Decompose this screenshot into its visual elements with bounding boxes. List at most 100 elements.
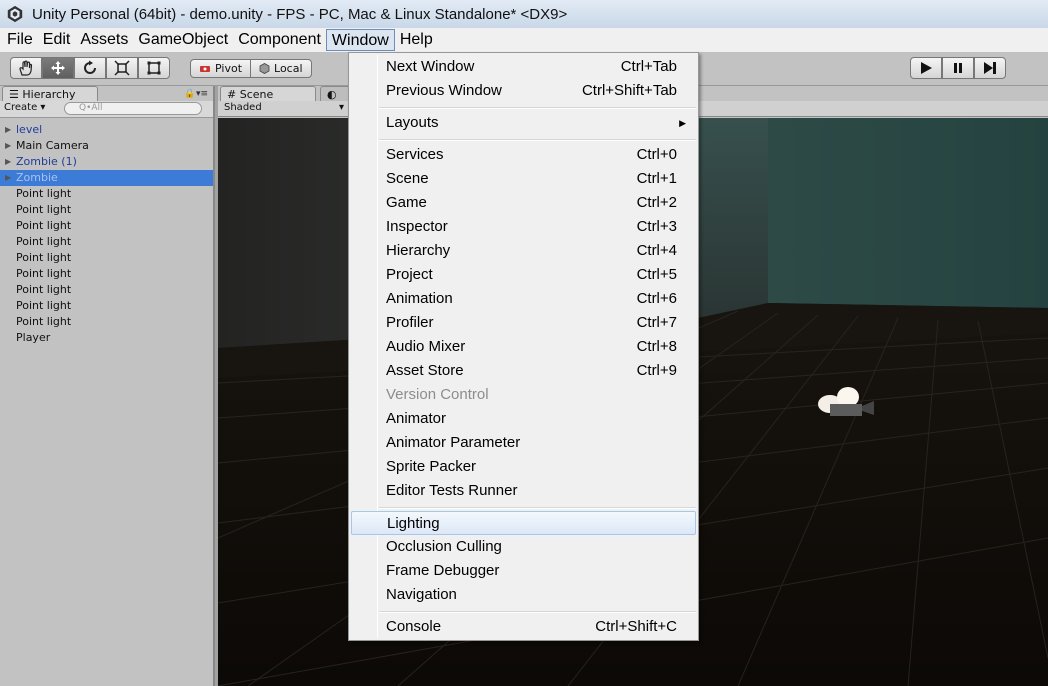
hierarchy-item-label: level <box>16 123 43 136</box>
hierarchy-item[interactable]: Point light <box>0 282 213 298</box>
menu-item-audio-mixer[interactable]: Audio Mixer Ctrl+8 <box>351 335 696 359</box>
menu-item-next-window[interactable]: Next Window Ctrl+Tab <box>351 55 696 79</box>
menu-separator <box>379 139 696 141</box>
local-toggle[interactable]: Local <box>251 59 312 78</box>
menu-item-label: Console <box>386 618 442 635</box>
menu-gameobject[interactable]: GameObject <box>133 29 233 51</box>
expand-arrow-icon[interactable]: ▶ <box>5 122 11 138</box>
menu-item-animation[interactable]: Animation Ctrl+6 <box>351 287 696 311</box>
menu-separator <box>379 107 696 109</box>
step-button[interactable] <box>974 57 1006 79</box>
menu-item-scene[interactable]: Scene Ctrl+1 <box>351 167 696 191</box>
menu-item-profiler[interactable]: Profiler Ctrl+7 <box>351 311 696 335</box>
menu-item-game[interactable]: Game Ctrl+2 <box>351 191 696 215</box>
local-label: Local <box>274 62 303 75</box>
hierarchy-item[interactable]: ▶ Main Camera <box>0 138 213 154</box>
menu-item-label: Project <box>386 266 433 283</box>
menu-item-navigation[interactable]: Navigation <box>351 583 696 607</box>
menu-item-project[interactable]: Project Ctrl+5 <box>351 263 696 287</box>
tab-hierarchy[interactable]: ☰ Hierarchy <box>2 86 98 102</box>
menu-item-animator[interactable]: Animator <box>351 407 696 431</box>
rect-tool-icon <box>147 61 161 75</box>
menu-edit[interactable]: Edit <box>38 29 76 51</box>
menu-item-shortcut: Ctrl+1 <box>636 170 677 187</box>
menu-item-label: Animator <box>386 410 447 427</box>
hierarchy-list-icon: ☰ <box>9 88 19 101</box>
tab-scene[interactable]: # Scene <box>220 86 316 102</box>
pivot-toggle[interactable]: Pivot <box>190 59 252 78</box>
scene-tab-label: Scene <box>239 88 274 101</box>
menu-item-shortcut: Ctrl+7 <box>636 314 677 331</box>
menu-assets[interactable]: Assets <box>75 29 133 51</box>
pause-button[interactable] <box>942 57 974 79</box>
pivot-label: Pivot <box>215 62 243 75</box>
create-label: Create <box>4 102 38 113</box>
menu-item-label: Inspector <box>386 218 448 235</box>
hierarchy-item[interactable]: Point light <box>0 314 213 330</box>
panel-menu-icon[interactable]: ▾≡ <box>196 89 208 99</box>
hierarchy-item[interactable]: Point light <box>0 202 213 218</box>
hierarchy-item-label: Point light <box>16 283 72 296</box>
hierarchy-item[interactable]: Point light <box>0 266 213 282</box>
lock-icon[interactable]: 🔒 <box>184 89 195 99</box>
hierarchy-item-label: Point light <box>16 267 72 280</box>
create-dropdown[interactable]: Create ▾ <box>4 102 45 113</box>
submenu-arrow-icon: ▶ <box>679 118 686 128</box>
menu-item-asset-store[interactable]: Asset Store Ctrl+9 <box>351 359 696 383</box>
menu-item-occlusion-culling[interactable]: Occlusion Culling <box>351 535 696 559</box>
menu-window[interactable]: Window <box>325 29 395 51</box>
playback-controls <box>910 57 1006 79</box>
shading-mode-dropdown[interactable]: Shaded ▾ <box>224 102 344 113</box>
scale-tool-button[interactable] <box>106 57 138 79</box>
hierarchy-item[interactable]: Point light <box>0 218 213 234</box>
hierarchy-item-label: Point light <box>16 219 72 232</box>
menu-item-sprite-packer[interactable]: Sprite Packer <box>351 455 696 479</box>
local-icon <box>259 63 270 74</box>
menu-item-shortcut: Ctrl+3 <box>636 218 677 235</box>
menu-item-label: Frame Debugger <box>386 562 500 579</box>
menu-item-label: Lighting <box>387 515 440 532</box>
menu-item-animator-parameter[interactable]: Animator Parameter <box>351 431 696 455</box>
menu-item-inspector[interactable]: Inspector Ctrl+3 <box>351 215 696 239</box>
menu-item-console[interactable]: Console Ctrl+Shift+C <box>351 615 696 639</box>
expand-arrow-icon[interactable]: ▶ <box>5 138 11 154</box>
menu-item-shortcut: Ctrl+Shift+C <box>595 618 677 635</box>
menu-item-layouts[interactable]: Layouts ▶ <box>351 111 696 135</box>
hierarchy-item[interactable]: Point light <box>0 298 213 314</box>
rotate-tool-button[interactable] <box>74 57 106 79</box>
hierarchy-tab-label: Hierarchy <box>22 88 76 101</box>
menu-item-label: Game <box>386 194 427 211</box>
menu-item-label: Version Control <box>386 386 489 403</box>
hierarchy-item[interactable]: Point light <box>0 234 213 250</box>
menu-help[interactable]: Help <box>395 29 438 51</box>
menu-item-label: Layouts <box>386 114 439 131</box>
hierarchy-item-label: Point light <box>16 203 72 216</box>
menu-file[interactable]: File <box>2 29 38 51</box>
menu-item-editor-tests-runner[interactable]: Editor Tests Runner <box>351 479 696 503</box>
menu-item-frame-debugger[interactable]: Frame Debugger <box>351 559 696 583</box>
menu-item-previous-window[interactable]: Previous Window Ctrl+Shift+Tab <box>351 79 696 103</box>
hierarchy-panel: ☰ Hierarchy 🔒 ▾≡ Create ▾ Q•All ▶ level ▶ M… <box>0 86 215 686</box>
menu-item-label: Hierarchy <box>386 242 451 259</box>
menu-item-services[interactable]: Services Ctrl+0 <box>351 143 696 167</box>
menu-item-shortcut: Ctrl+Shift+Tab <box>581 82 677 99</box>
expand-arrow-icon[interactable]: ▶ <box>5 170 11 186</box>
menu-item-lighting[interactable]: Lighting <box>351 511 696 535</box>
hierarchy-search-input[interactable]: Q•All <box>64 102 202 115</box>
hierarchy-item[interactable]: ▶ Zombie (1) <box>0 154 213 170</box>
hierarchy-toolbar: Create ▾ Q•All <box>0 101 213 118</box>
play-icon <box>921 62 932 74</box>
pause-icon <box>954 63 962 73</box>
hierarchy-item[interactable]: ▶ Zombie <box>0 170 213 186</box>
move-tool-button[interactable] <box>42 57 74 79</box>
menu-component[interactable]: Component <box>233 29 326 51</box>
hierarchy-item[interactable]: Point light <box>0 250 213 266</box>
play-button[interactable] <box>910 57 942 79</box>
rect-tool-button[interactable] <box>138 57 170 79</box>
hierarchy-item[interactable]: Point light <box>0 186 213 202</box>
hierarchy-item[interactable]: ▶ level <box>0 122 213 138</box>
menu-item-hierarchy[interactable]: Hierarchy Ctrl+4 <box>351 239 696 263</box>
hierarchy-item[interactable]: Player <box>0 330 213 346</box>
expand-arrow-icon[interactable]: ▶ <box>5 154 11 170</box>
hand-tool-button[interactable] <box>10 57 42 79</box>
